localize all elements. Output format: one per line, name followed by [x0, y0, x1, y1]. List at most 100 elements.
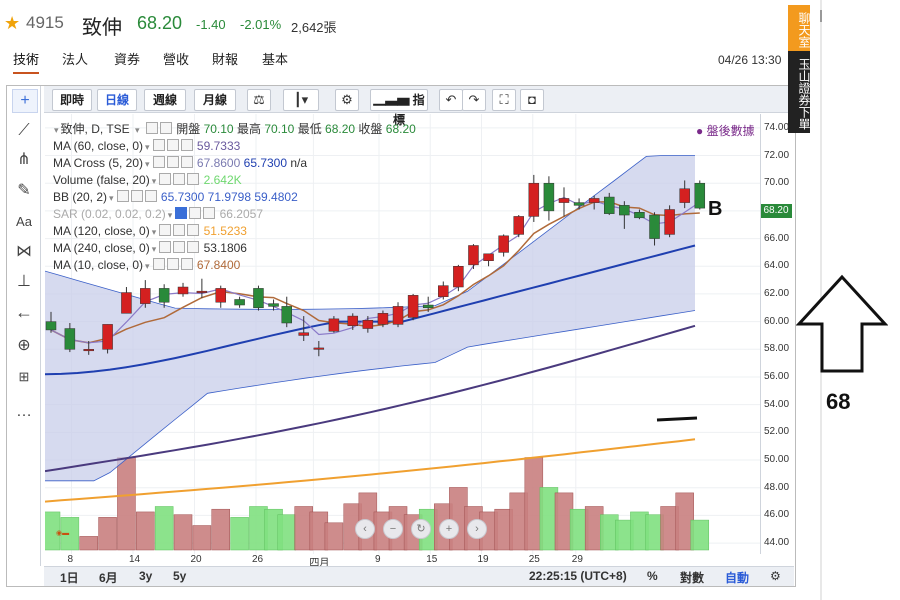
gear-icon[interactable] [166, 139, 179, 151]
camera-icon[interactable]: ◘ [520, 89, 544, 111]
tab-institutional[interactable]: 法人 [62, 48, 88, 72]
close-icon[interactable] [144, 190, 157, 202]
high-label: 最高 [236, 122, 261, 136]
monthly-button[interactable]: 月線 [194, 89, 236, 111]
candle [64, 328, 76, 350]
ruler-icon[interactable]: ⊞ [12, 366, 36, 388]
close-icon[interactable] [203, 207, 216, 219]
percent-toggle[interactable]: % [647, 569, 658, 583]
close-icon[interactable] [180, 156, 193, 168]
study-ma60[interactable]: MA (60, close, 0) ▾ 59.7333 [53, 138, 240, 154]
caret-icon: ▾ [167, 210, 173, 220]
auto-toggle[interactable]: 自動 [725, 569, 749, 586]
brush-icon[interactable]: ✎ [12, 180, 36, 202]
caret-icon[interactable]: ▾ [135, 125, 140, 135]
tab-basic[interactable]: 基本 [262, 48, 288, 72]
tab-margin[interactable]: 資券 [114, 48, 140, 72]
fullscreen-icon[interactable]: ⛶ [492, 89, 516, 111]
tab-revenue[interactable]: 營收 [163, 48, 189, 72]
gear-icon[interactable] [166, 258, 179, 270]
candle [664, 209, 675, 235]
price-tick-label: 54.00 [764, 398, 790, 410]
caret-icon: ▾ [145, 142, 150, 152]
scroll-right-icon[interactable]: › [467, 519, 487, 539]
eye-icon[interactable] [152, 258, 165, 270]
log-toggle[interactable]: 對數 [680, 569, 704, 586]
after-hours-label[interactable]: ● 盤後數據 [696, 123, 755, 139]
candlestick-icon[interactable]: ┃▾ [283, 89, 319, 111]
broker-order-tab[interactable]: 玉山證券下單 [788, 51, 811, 133]
fork-icon[interactable]: ⋔ [12, 149, 36, 171]
gear-icon[interactable] [130, 190, 143, 202]
toggle-icon[interactable] [145, 122, 158, 134]
arrow-left-icon[interactable]: ← [12, 301, 36, 323]
scale-icon[interactable]: ⚖ [247, 89, 271, 111]
gear-icon[interactable] [173, 224, 186, 236]
study-sar[interactable]: SAR (0.02, 0.02, 0.2) ▾ 66.2057 [53, 206, 263, 222]
candle [649, 214, 660, 239]
gear-icon[interactable] [173, 173, 186, 185]
price-tick-label: 44.00 [764, 537, 790, 549]
redo-icon[interactable]: ↷ [462, 89, 486, 111]
star-icon[interactable]: ★ [4, 14, 20, 32]
study-ma10[interactable]: MA (10, close, 0) ▾ 67.8400 [53, 257, 240, 273]
study-ma-cross[interactable]: MA Cross (5, 20) ▾ 67.8600 65.7300 n/a [53, 155, 307, 171]
gear-icon[interactable] [166, 156, 179, 168]
trendline-icon[interactable]: ⟋ [12, 120, 36, 142]
period-5y[interactable]: 5y [173, 569, 186, 583]
undo-icon[interactable]: ↶ [439, 89, 463, 111]
zoom-out-icon[interactable]: − [383, 519, 403, 539]
study-ma120[interactable]: MA (120, close, 0) ▾ 51.5233 [53, 223, 247, 239]
measure-icon[interactable]: ⊥ [12, 271, 36, 293]
more-icon[interactable]: … [12, 401, 36, 423]
pattern-icon[interactable]: ⋈ [12, 241, 36, 263]
gear-icon[interactable] [173, 241, 186, 253]
chat-room-tab[interactable]: 聊天室 [788, 5, 811, 51]
time-tick-label: 25 [528, 554, 540, 565]
study-volume[interactable]: Volume (false, 20) ▾ 2.642K [53, 172, 242, 188]
eye-icon[interactable] [116, 190, 129, 202]
period-6m[interactable]: 6月 [99, 569, 118, 586]
gear-icon[interactable] [189, 207, 202, 219]
chart-bottom-bar: 1日 6月 3y 5y 22:25:15 (UTC+8) % 對數 自動 ⚙ [44, 566, 794, 586]
eye-icon[interactable] [152, 156, 165, 168]
price-tick-label: 62.00 [764, 287, 790, 299]
period-3y[interactable]: 3y [139, 569, 152, 583]
caret-icon: ▾ [145, 261, 150, 271]
eye-icon[interactable] [152, 139, 165, 151]
study-bb[interactable]: BB (20, 2) ▾ 65.7300 71.9798 59.4802 [53, 189, 298, 205]
close-icon[interactable] [187, 224, 200, 236]
reset-icon[interactable]: ↻ [411, 519, 431, 539]
close-icon[interactable] [187, 241, 200, 253]
zoom-icon[interactable]: ⊕ [12, 335, 36, 357]
indicators-button[interactable]: ▁▃▅ 指標 [370, 89, 428, 127]
crosshair-icon[interactable]: + [12, 89, 38, 113]
study-ma240[interactable]: MA (240, close, 0) ▾ 53.1806 [53, 240, 247, 256]
zoom-in-icon[interactable]: + [439, 519, 459, 539]
settings-box-icon[interactable] [159, 122, 172, 134]
gear-icon[interactable]: ⚙ [770, 569, 781, 583]
candle [558, 198, 570, 203]
text-icon[interactable]: Aa [12, 211, 36, 233]
eye-icon[interactable] [159, 241, 172, 253]
volume-bar [136, 511, 155, 551]
last-price: 68.20 [137, 13, 183, 33]
weekly-button[interactable]: 週線 [144, 89, 186, 111]
gear-icon[interactable]: ⚙ [335, 89, 359, 111]
scroll-left-icon[interactable]: ‹ [355, 519, 375, 539]
close-icon[interactable] [180, 139, 193, 151]
study-value-3: n/a [290, 156, 308, 170]
close-icon[interactable] [180, 258, 193, 270]
candle [298, 332, 309, 336]
period-1d[interactable]: 1日 [60, 569, 79, 586]
tab-technical[interactable]: 技術 [13, 48, 40, 74]
daily-button[interactable]: 日線 [97, 89, 137, 111]
eye-icon[interactable] [159, 173, 172, 185]
eye-icon[interactable] [159, 224, 172, 236]
tab-financials[interactable]: 財報 [212, 48, 238, 72]
intraday-button[interactable]: 即時 [52, 89, 92, 111]
scrollbar-thumb[interactable] [820, 10, 822, 22]
close-icon[interactable] [187, 173, 200, 185]
candle [121, 292, 132, 314]
eye-icon[interactable] [175, 207, 188, 219]
